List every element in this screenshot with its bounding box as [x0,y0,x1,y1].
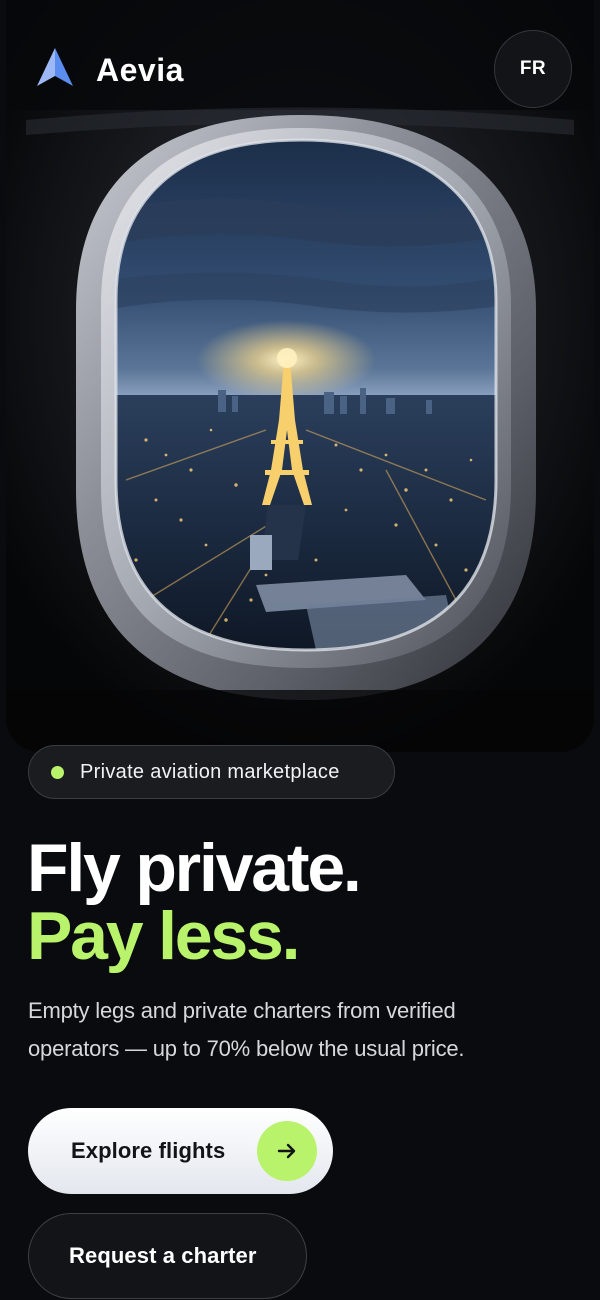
top-bar: Aevia FR [0,0,600,140]
badge-label: Private aviation marketplace [80,760,340,783]
request-charter-button[interactable]: Request a charter [28,1213,307,1299]
explore-flights-label: Explore flights [71,1138,226,1163]
arrow-right-icon [257,1121,317,1181]
headline-line-2: Pay less. [27,898,301,974]
explore-flights-button[interactable]: Explore flights [28,1108,333,1194]
brand-name[interactable]: Aevia [96,50,184,90]
a-wing-logo-icon[interactable] [33,46,77,90]
headline-line-1: Fly private. [27,830,362,906]
status-dot-icon [51,765,64,779]
hero-description: Empty legs and private charters from ver… [28,998,465,1061]
page: Aevia FR Private aviation marketplace Fl… [0,0,600,1300]
language-switch-button[interactable]: FR [494,30,572,108]
category-badge: Private aviation marketplace [28,745,395,799]
request-charter-label: Request a charter [69,1243,257,1268]
